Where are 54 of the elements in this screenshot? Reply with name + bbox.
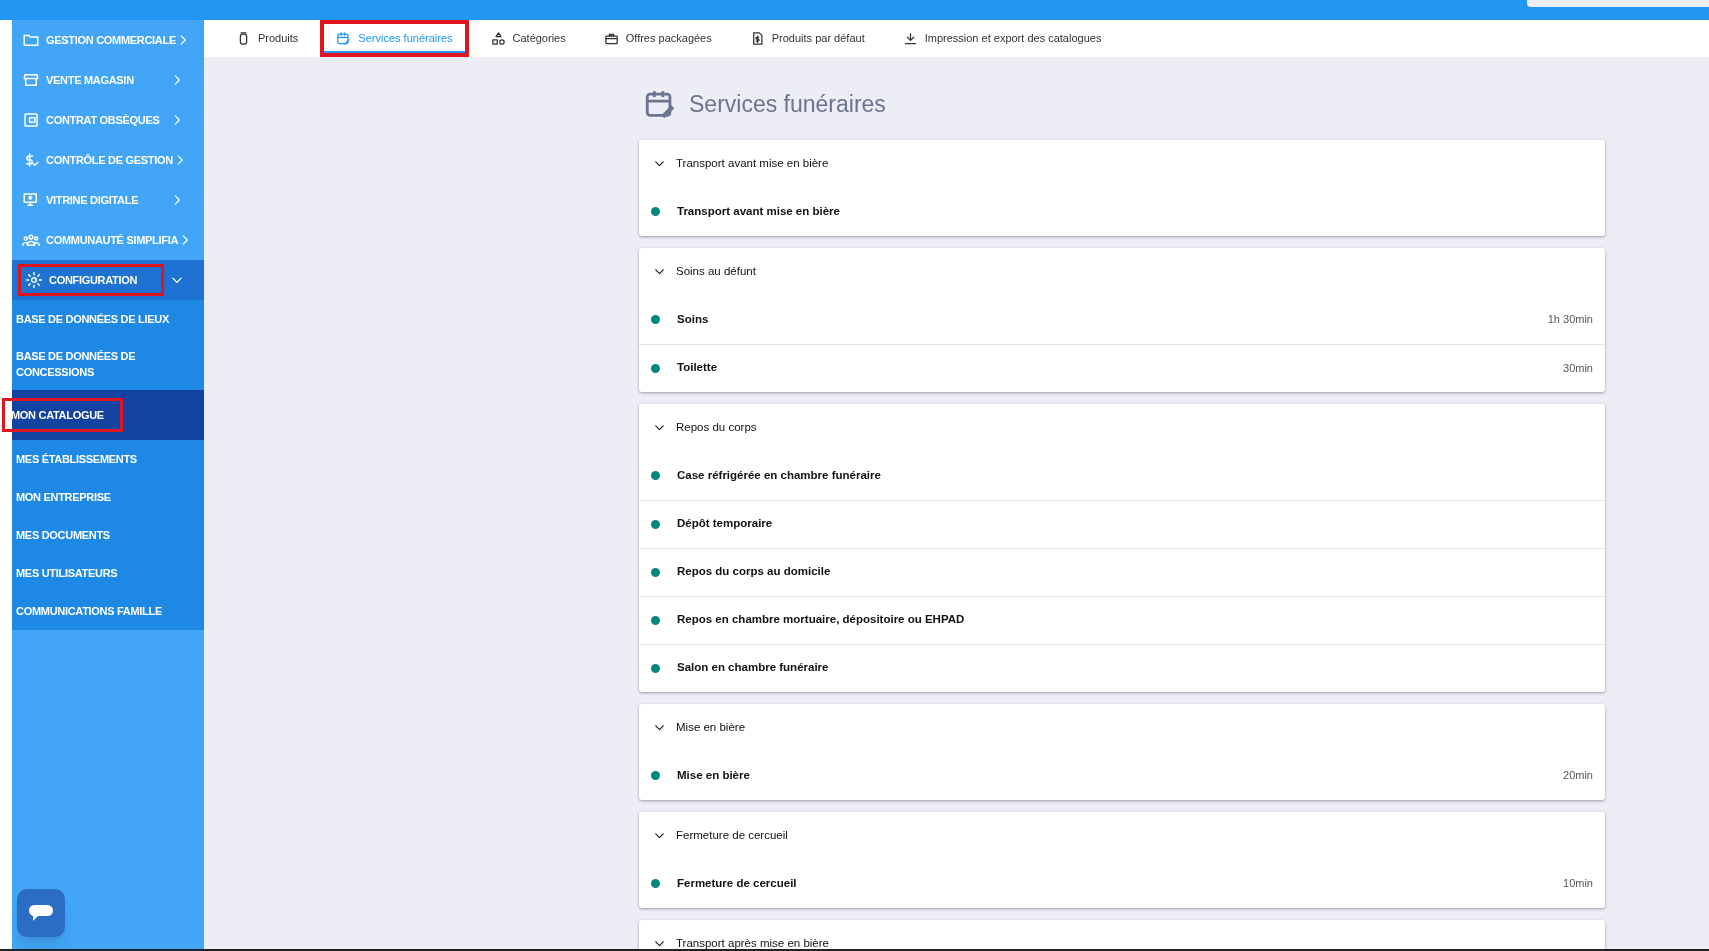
group-title[interactable]: Soins au défunt xyxy=(676,262,756,281)
chat-button[interactable] xyxy=(17,889,65,937)
service-duration: 10min xyxy=(1563,876,1593,892)
service-name: Repos du corps au domicile xyxy=(677,564,832,580)
sidebar-subitem[interactable]: MES ÉTABLISSEMENTS xyxy=(12,449,167,469)
group-title[interactable]: Mise en bière xyxy=(676,718,746,737)
settings-icon xyxy=(25,271,43,289)
chat-bubble-icon xyxy=(28,903,54,923)
service-duration: 1h 30min xyxy=(1547,312,1593,328)
download-icon xyxy=(902,31,918,46)
sidebar-subitem[interactable]: BASE DE DONNÉES DE LIEUX xyxy=(12,309,199,329)
sidebar-subitem[interactable]: MON CATALOGUE xyxy=(2,398,123,432)
sidebar-item[interactable]: VITRINE DIGITALE xyxy=(18,184,170,216)
sidebar-item[interactable]: GESTION COMMERCIALE xyxy=(18,24,176,56)
service-name: Fermeture de cercueil xyxy=(677,875,798,891)
group-title[interactable]: Fermeture de cercueil xyxy=(676,826,788,845)
tab[interactable]: Produits xyxy=(220,20,315,57)
service-name: Toilette xyxy=(677,360,719,376)
service-name: Repos en chambre mortuaire, dépositoire ou EHPAD xyxy=(677,612,966,628)
sidebar-subitem[interactable]: COMMUNICATIONS FAMILLE xyxy=(12,601,192,621)
group-title[interactable]: Repos du corps xyxy=(676,418,757,437)
sidebar-item[interactable]: COMMUNAUTÉ SIMPLIFIA xyxy=(18,224,179,256)
service-name: Mise en bière xyxy=(677,767,751,783)
service-duration: 30min xyxy=(1563,360,1593,376)
sidebar-subitem[interactable]: MON ENTREPRISE xyxy=(12,487,141,507)
tab[interactable]: Catégories xyxy=(474,20,582,57)
wallet-icon xyxy=(22,111,40,129)
service-name: Case réfrigérée en chambre funéraire xyxy=(677,467,882,483)
service-name: Transport avant mise en bière xyxy=(677,203,841,219)
tab[interactable]: Offres packagées xyxy=(587,20,728,57)
sidebar-item[interactable]: CONTRÔLE DE GESTION xyxy=(18,144,173,176)
sidebar-subitem[interactable]: MES UTILISATEURS xyxy=(12,563,148,583)
tab[interactable]: Services funéraires xyxy=(320,20,469,57)
sidebar-subitem[interactable]: MES DOCUMENTS xyxy=(12,525,140,545)
gift-box-icon xyxy=(603,31,619,46)
sidebar-item[interactable]: VENTE MAGASIN xyxy=(18,64,170,96)
service-name: Soins xyxy=(677,311,710,327)
page-title: Services funéraires xyxy=(689,90,886,119)
tab[interactable]: Impression et export des catalogues xyxy=(886,20,1118,57)
sidebar-item[interactable]: CONFIGURATION xyxy=(18,264,164,296)
search-field[interactable] xyxy=(1527,0,1709,7)
sidebar-subitem[interactable]: BASE DE DONNÉES DE CONCESSIONS xyxy=(12,346,204,382)
service-name: Salon en chambre funéraire xyxy=(677,660,830,676)
store-icon xyxy=(22,71,40,89)
group-title[interactable]: Transport avant mise en bière xyxy=(676,154,829,173)
service-name: Dépôt temporaire xyxy=(677,516,774,532)
calendar-edit-icon xyxy=(336,31,352,46)
service-duration: 20min xyxy=(1563,768,1593,784)
shapes-icon xyxy=(490,31,506,46)
people-icon xyxy=(22,231,40,249)
tab[interactable]: Produits par défaut xyxy=(733,20,881,57)
group-title[interactable]: Transport après mise en bière xyxy=(676,934,829,949)
monitor-icon xyxy=(22,191,40,209)
sidebar-item[interactable]: CONTRAT OBSÈQUES xyxy=(18,104,170,136)
